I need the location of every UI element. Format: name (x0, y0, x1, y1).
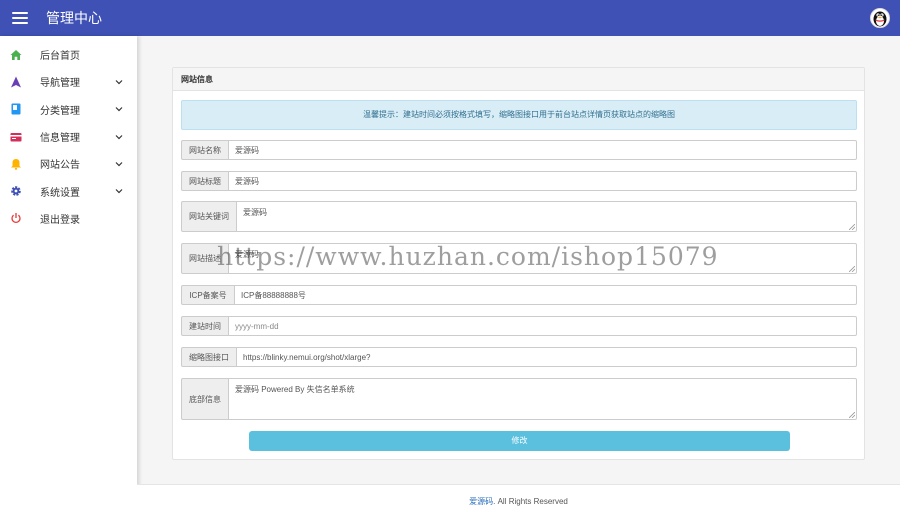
sidebar-item-label: 信息管理 (40, 133, 80, 145)
avatar[interactable] (870, 8, 890, 28)
resize-grip-icon[interactable] (849, 412, 855, 418)
home-icon (10, 49, 22, 61)
keywords-text: 爱源码 (243, 208, 267, 217)
sidebar-item-notice[interactable]: 网站公告 (0, 150, 137, 177)
card-icon (10, 131, 22, 143)
field-label: 网站标题 (181, 171, 228, 191)
field-label: 网站关键词 (181, 201, 236, 232)
menu-toggle-icon[interactable] (12, 12, 28, 24)
sidebar-item-label: 网站公告 (40, 160, 80, 172)
footer-info-text: 爱源码 Powered By 失信名单系统 (235, 385, 355, 394)
main-content: 网站信息 温馨提示：建站时间必须按格式填写，缩略图接口用于前台站点详情页获取站点… (137, 36, 900, 515)
site-name-row: 网站名称 爱源码 (181, 140, 857, 160)
footer-rights: . All Rights Reserved (493, 497, 568, 506)
build-time-input[interactable]: yyyy-mm-dd (228, 316, 857, 336)
field-label: 建站时间 (181, 316, 228, 336)
sidebar-item-info[interactable]: 信息管理 (0, 123, 137, 150)
chevron-down-icon (115, 80, 123, 85)
footer-info-row: 底部信息 爱源码 Powered By 失信名单系统 (181, 378, 857, 420)
thumb-api-row: 缩略图接口 https://blinky.nemui.org/shot/xlar… (181, 347, 857, 367)
field-label: ICP备案号 (181, 285, 234, 305)
resize-grip-icon[interactable] (849, 266, 855, 272)
sidebar-item-category[interactable]: 分类管理 (0, 96, 137, 123)
sidebar-item-label: 分类管理 (40, 105, 80, 117)
bell-icon (10, 158, 22, 170)
resize-grip-icon[interactable] (849, 224, 855, 230)
sidebar: 后台首页 导航管理 分类管理 信息管理 网站公告 系统设置 退出登录 (0, 36, 137, 515)
site-info-panel: 网站信息 温馨提示：建站时间必须按格式填写，缩略图接口用于前台站点详情页获取站点… (172, 67, 865, 460)
site-title-input[interactable]: 爱源码 (228, 171, 857, 191)
field-label: 网站描述 (181, 243, 228, 274)
keywords-textarea[interactable]: 爱源码 (236, 201, 857, 232)
sidebar-item-logout[interactable]: 退出登录 (0, 205, 137, 232)
keywords-row: 网站关键词 爱源码 (181, 201, 857, 232)
description-row: 网站描述 爱源码 (181, 243, 857, 274)
sidebar-item-home[interactable]: 后台首页 (0, 41, 137, 68)
icp-row: ICP备案号 ICP备88888888号 (181, 285, 857, 305)
description-textarea[interactable]: 爱源码 (228, 243, 857, 274)
sidebar-item-label: 导航管理 (40, 78, 80, 90)
power-icon (10, 212, 22, 224)
sidebar-item-settings[interactable]: 系统设置 (0, 177, 137, 204)
gear-icon (10, 185, 22, 197)
sidebar-item-label: 退出登录 (40, 214, 80, 226)
chevron-down-icon (115, 161, 123, 167)
top-bar: 管理中心 (0, 0, 900, 36)
field-label: 网站名称 (181, 140, 228, 160)
description-text: 爱源码 (235, 250, 259, 259)
icp-input[interactable]: ICP备88888888号 (234, 285, 857, 305)
build-time-row: 建站时间 yyyy-mm-dd (181, 316, 857, 336)
notice-alert: 温馨提示：建站时间必须按格式填写，缩略图接口用于前台站点详情页获取站点的缩略图 (181, 100, 857, 130)
penguin-avatar-icon (873, 11, 887, 27)
panel-title: 网站信息 (173, 68, 864, 91)
site-title-row: 网站标题 爱源码 (181, 171, 857, 191)
page-footer: 爱源码. All Rights Reserved (137, 484, 900, 515)
category-book-icon (10, 103, 22, 115)
sidebar-item-label: 系统设置 (40, 187, 80, 199)
chevron-down-icon (115, 189, 123, 194)
sidebar-item-label: 后台首页 (40, 51, 80, 63)
chevron-down-icon (115, 107, 123, 112)
thumb-api-input[interactable]: https://blinky.nemui.org/shot/xlarge? (236, 347, 857, 367)
sidebar-item-navigation[interactable]: 导航管理 (0, 68, 137, 95)
submit-button[interactable]: 修改 (249, 431, 790, 451)
footer-brand-link[interactable]: 爱源码 (469, 497, 493, 506)
app-title: 管理中心 (46, 10, 102, 26)
site-name-input[interactable]: 爱源码 (228, 140, 857, 160)
field-label: 缩略图接口 (181, 347, 236, 367)
footer-info-textarea[interactable]: 爱源码 Powered By 失信名单系统 (228, 378, 857, 420)
field-label: 底部信息 (181, 378, 228, 420)
navigation-arrow-icon (10, 76, 22, 88)
chevron-down-icon (115, 134, 123, 139)
